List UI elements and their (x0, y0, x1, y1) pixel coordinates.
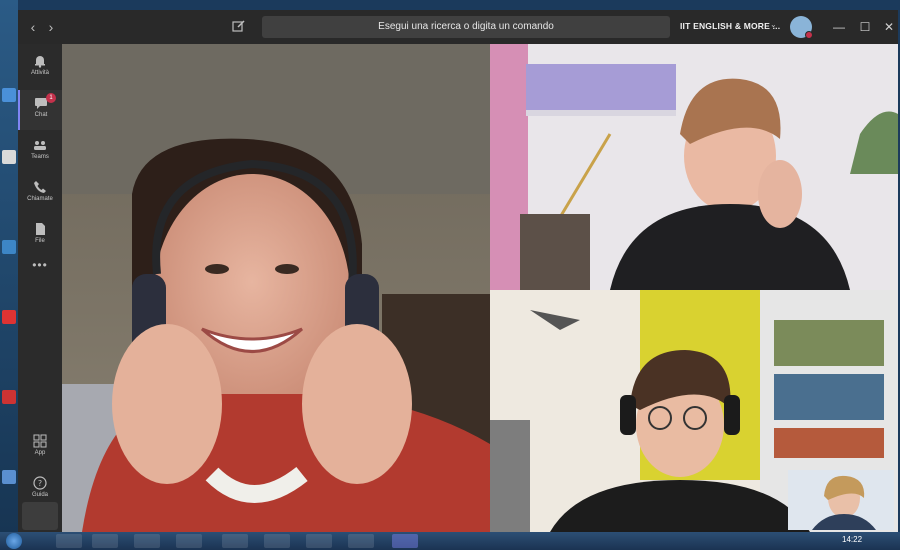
taskbar-app-icon[interactable] (348, 534, 374, 548)
desktop-shortcut-icon[interactable] (2, 88, 16, 102)
bell-icon (35, 56, 45, 68)
desktop-shortcut-icon[interactable] (2, 310, 16, 324)
chevron-down-icon[interactable]: ⌄ (770, 20, 777, 29)
video-tile-self-view[interactable] (788, 470, 894, 530)
taskbar: 14:22 (0, 532, 900, 550)
close-icon[interactable]: ✕ (880, 18, 898, 36)
taskbar-app-icon[interactable] (306, 534, 332, 548)
device-settings-icon[interactable] (22, 502, 58, 530)
rail-item-apps[interactable]: App (18, 428, 62, 468)
rail-item-label: Teams (31, 154, 49, 160)
maximize-icon[interactable]: ☐ (856, 18, 874, 36)
taskbar-app-icon[interactable] (176, 534, 202, 548)
video-tile-participant-3[interactable] (490, 290, 898, 532)
forward-arrow-icon[interactable]: › (44, 19, 58, 35)
taskbar-app-icon[interactable] (222, 534, 248, 548)
presence-status-icon (805, 31, 813, 39)
app-rail: Attività Chat 1 Teams Chiamate File ••• … (18, 44, 62, 532)
svg-text:?: ? (38, 479, 42, 488)
desktop-background (0, 0, 18, 532)
help-icon: ? (33, 476, 47, 490)
screen: { "app": { "search_placeholder": "Esegui… (0, 0, 900, 550)
compose-icon[interactable] (232, 19, 248, 35)
more-apps-icon[interactable]: ••• (18, 258, 62, 272)
desktop-shortcut-icon[interactable] (2, 390, 16, 404)
file-icon (36, 223, 45, 235)
rail-item-label: Guida (31, 492, 48, 498)
taskbar-teams-icon[interactable] (392, 534, 418, 548)
phone-icon (34, 181, 46, 193)
rail-item-label: Attività (30, 70, 49, 76)
rail-item-label: File (35, 238, 45, 244)
rail-item-label: Chat (34, 112, 48, 118)
start-button-icon[interactable] (6, 533, 22, 549)
taskbar-app-icon[interactable] (56, 534, 82, 548)
rail-item-label: App (34, 450, 46, 456)
system-clock: 14:22 (842, 535, 863, 544)
apps-icon (33, 434, 47, 448)
rail-item-calls[interactable]: Chiamate (18, 174, 62, 214)
desktop-shortcut-icon[interactable] (2, 470, 16, 484)
search-input[interactable]: Esegui una ricerca o digita un comando (262, 16, 670, 38)
minimize-icon[interactable]: — (830, 18, 848, 36)
notification-badge: 1 (46, 93, 56, 103)
teams-window: ‹ › Esegui una ricerca o digita un coman… (18, 10, 898, 532)
rail-item-activity[interactable]: Attività (18, 48, 62, 88)
rail-item-chat[interactable]: Chat 1 (18, 90, 62, 130)
taskbar-app-icon[interactable] (264, 534, 290, 548)
video-tile-participant-1[interactable] (62, 44, 490, 532)
video-tile-participant-2[interactable] (490, 44, 898, 290)
participant-video-feed (62, 44, 490, 532)
teams-icon (34, 141, 46, 150)
participant-video-feed (490, 44, 898, 290)
rail-item-teams[interactable]: Teams (18, 132, 62, 172)
self-view-video-feed (788, 470, 894, 530)
taskbar-app-icon[interactable] (134, 534, 160, 548)
rail-item-files[interactable]: File (18, 216, 62, 256)
back-arrow-icon[interactable]: ‹ (26, 19, 40, 35)
desktop-shortcut-icon[interactable] (2, 240, 16, 254)
rail-item-label: Chiamate (27, 196, 53, 202)
title-bar: ‹ › Esegui una ricerca o digita un coman… (18, 10, 898, 44)
tenant-switcher[interactable]: IIT ENGLISH & MORE ... (680, 21, 780, 31)
taskbar-app-icon[interactable] (92, 534, 118, 548)
desktop-shortcut-icon[interactable] (2, 150, 16, 164)
